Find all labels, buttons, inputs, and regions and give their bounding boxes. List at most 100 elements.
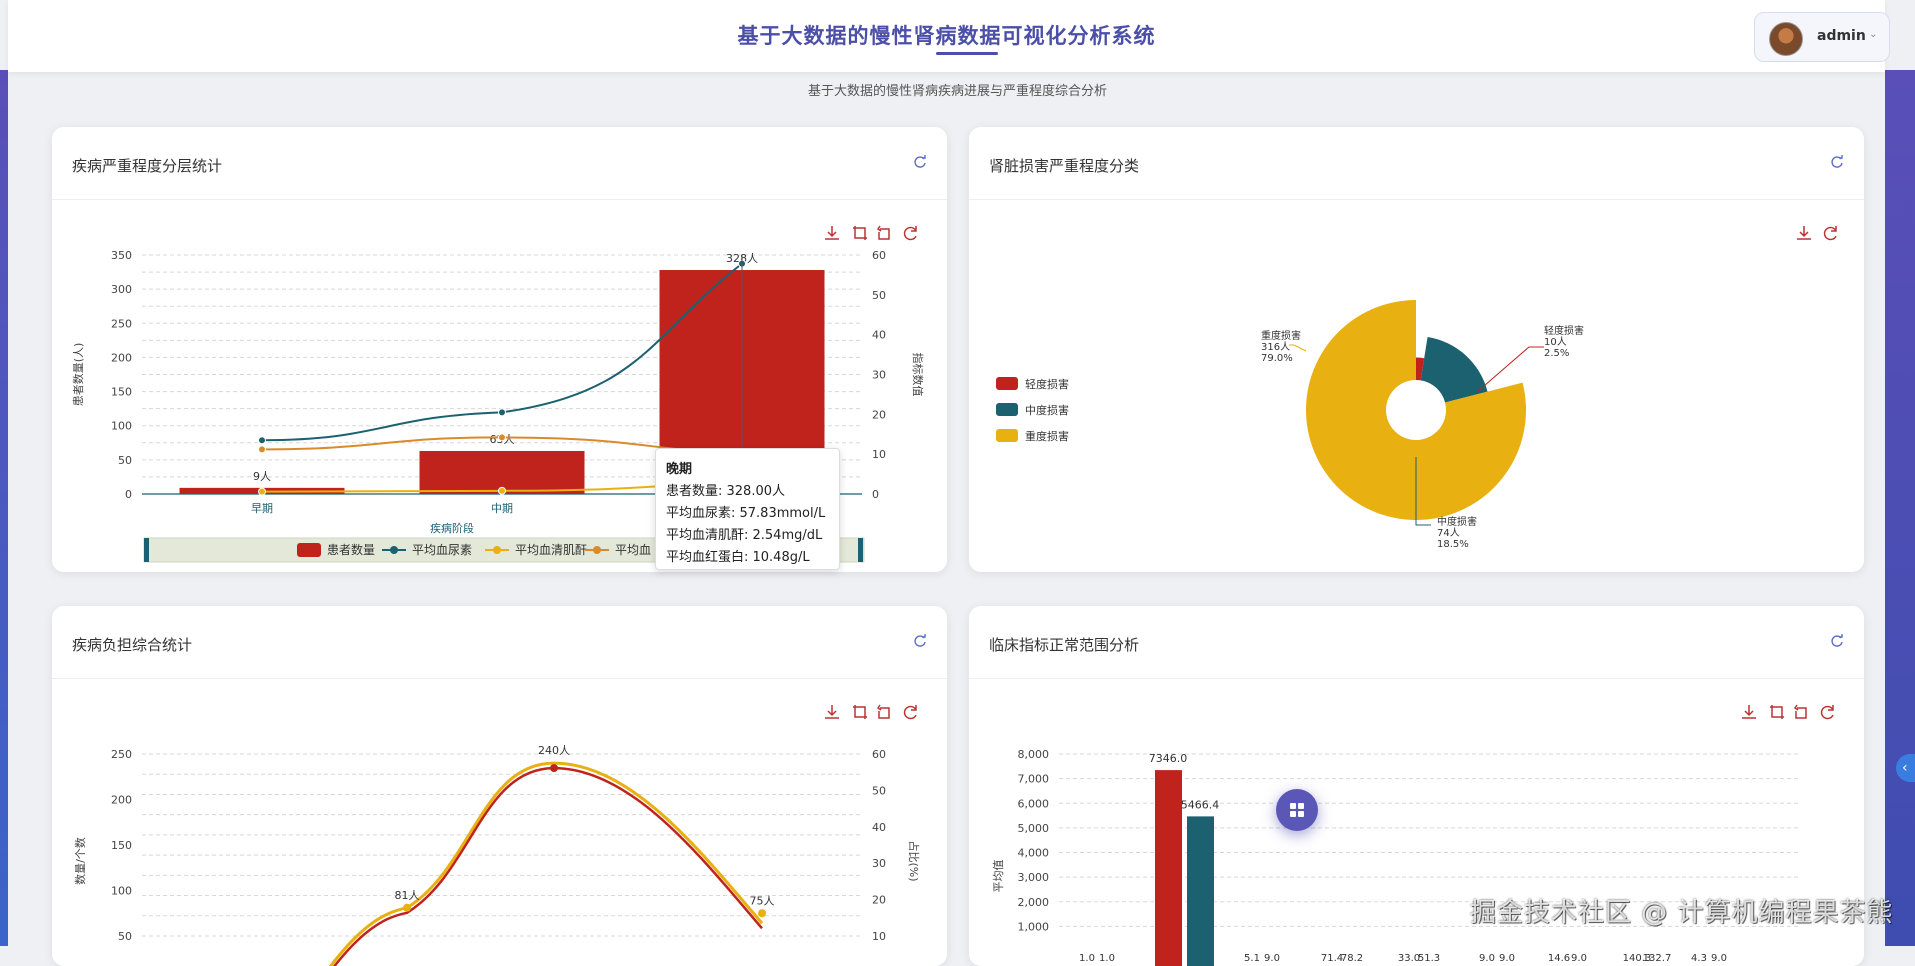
y-tick-label: 200: [111, 351, 132, 364]
series-point: [258, 487, 266, 496]
tooltip-line: 平均血尿素: 57.83mmol/L: [666, 506, 826, 521]
series-point: [498, 433, 506, 442]
bar-label: 9.0: [1264, 953, 1280, 964]
user-menu[interactable]: admin ⌄: [1754, 12, 1890, 62]
series-line: [328, 761, 764, 966]
y2-tick-label: 60: [872, 748, 886, 761]
legend-label: 平均血尿素: [412, 543, 472, 557]
series-line: [332, 766, 763, 966]
bar-label: 9.0: [1571, 953, 1587, 964]
chevron-down-icon: ⌄: [1869, 29, 1878, 40]
legend-marker: [390, 546, 398, 554]
bar-label: 9.0: [1711, 953, 1727, 964]
legend-label: 平均血清肌酐: [515, 543, 587, 557]
pie-slice: [1420, 337, 1488, 403]
y2-tick-label: 60: [872, 249, 886, 262]
y-tick-label: 5,000: [1018, 822, 1050, 835]
y2-tick-label: 50: [872, 289, 886, 302]
series-point: [258, 445, 266, 454]
left-accent-bar: [0, 70, 8, 946]
bar-label: 5.1: [1244, 953, 1260, 964]
y-tick-label: 50: [118, 930, 132, 943]
legend-label: 患者数量: [327, 542, 375, 557]
bar-label: 9.0: [1479, 953, 1495, 964]
legend-label: 轻度损害: [1025, 377, 1069, 391]
label-line: [1289, 344, 1307, 352]
legend-handle: [858, 538, 863, 562]
bar-label: 51.3: [1418, 953, 1440, 964]
page-subtitle: 基于大数据的慢性肾病疾病进展与严重程度综合分析: [807, 84, 1107, 99]
y2-tick-label: 40: [872, 821, 886, 834]
series-point: [258, 436, 266, 445]
series-point: [498, 408, 506, 417]
bar-label: 33.0: [1398, 953, 1420, 964]
tooltip-line: 患者数量: 328.00人: [666, 484, 785, 499]
y-tick-label: 50: [118, 454, 132, 467]
y-tick-label: 100: [111, 420, 132, 433]
slice-label-pct: 2.5%: [1544, 348, 1569, 359]
y-tick-label: 200: [111, 794, 132, 807]
slice-label-count: 316人: [1261, 341, 1290, 353]
title-underline: [936, 52, 998, 55]
bar-label: 5466.4: [1181, 798, 1220, 811]
y2-axis-label: 指标数值: [911, 353, 925, 397]
slice-label-name: 轻度损害: [1544, 324, 1584, 337]
tooltip-line: 平均血红蛋白: 10.48g/L: [666, 550, 810, 565]
y-tick-label: 300: [111, 283, 132, 296]
y-tick-label: 3,000: [1018, 871, 1050, 884]
y-tick-label: 1,000: [1018, 920, 1050, 933]
bar-label: 1.0: [1079, 953, 1095, 964]
bar: [1187, 816, 1214, 966]
x-axis-label: 疾病阶段: [430, 521, 474, 535]
burden-chart: 50 100 150 200 250 10 20 30 40 50 60 数量/个数 占比(%) 81人 2…: [74, 744, 921, 966]
top-header: 基于大数据的慢性肾病数据可视化分析系统 admin ⌄: [8, 0, 1890, 72]
slice-label-name: 中度损害: [1437, 515, 1477, 528]
legend-marker: [493, 546, 501, 554]
y2-tick-label: 40: [872, 329, 886, 342]
point-label: 81人: [395, 889, 420, 902]
y2-axis-label: 占比(%): [907, 840, 921, 881]
grid-icon[interactable]: [1276, 789, 1318, 831]
burden-card: 疾病负担综合统计 50 100 150 200 250 10 20 30 40 50 60 数量/个数…: [52, 606, 947, 966]
label-line: [1476, 346, 1544, 393]
series-point: [550, 764, 558, 773]
point-label: 75人: [750, 894, 775, 907]
bar-label: 14.6: [1548, 953, 1570, 964]
legend-handle: [144, 538, 149, 562]
legend-swatch: [297, 543, 321, 557]
y2-tick-label: 50: [872, 784, 886, 797]
legend-marker: [593, 546, 601, 554]
slice-label-name: 重度损害: [1261, 329, 1301, 342]
y2-tick-label: 10: [872, 930, 886, 943]
bar-label: 9人: [253, 470, 271, 483]
y-tick-label: 250: [111, 317, 132, 330]
tooltip-title: 晚期: [666, 462, 693, 477]
series-point: [403, 903, 411, 912]
y-tick-label: 6,000: [1018, 797, 1050, 810]
bar-label: 132.7: [1643, 953, 1672, 964]
legend-swatch: [996, 403, 1018, 416]
y-tick-label: 250: [111, 748, 132, 761]
y2-tick-label: 10: [872, 448, 886, 461]
bar-label: 78.2: [1341, 953, 1363, 964]
legend-label: 平均血: [615, 543, 651, 557]
legend-label: 重度损害: [1025, 429, 1069, 443]
y-axis-label: 平均值: [992, 860, 1005, 893]
bar-label: 9.0: [1499, 953, 1515, 964]
slice-label-count: 10人: [1544, 336, 1567, 348]
y-tick-label: 150: [111, 839, 132, 852]
damage-chart: 轻度损害10人2.5%中度损害74人18.5%重度损害316人79.0%轻度损害…: [996, 300, 1584, 550]
x-tick-label: 中期: [491, 502, 513, 515]
x-tick-label: 早期: [251, 502, 273, 515]
bar-label: 7346.0: [1149, 752, 1188, 765]
y-axis-label: 患者数量(人): [72, 343, 85, 407]
page-title: 基于大数据的慢性肾病数据可视化分析系统: [737, 24, 1156, 48]
watermark: 掘金技术社区 @ 计算机编程果茶熊: [1470, 898, 1894, 928]
series-point: [758, 909, 766, 918]
y-tick-label: 8,000: [1018, 748, 1050, 761]
y-tick-label: 100: [111, 885, 132, 898]
y-tick-label: 150: [111, 386, 132, 399]
bar-label: 71.4: [1321, 953, 1343, 964]
y2-tick-label: 30: [872, 369, 886, 382]
y2-tick-label: 30: [872, 857, 886, 870]
